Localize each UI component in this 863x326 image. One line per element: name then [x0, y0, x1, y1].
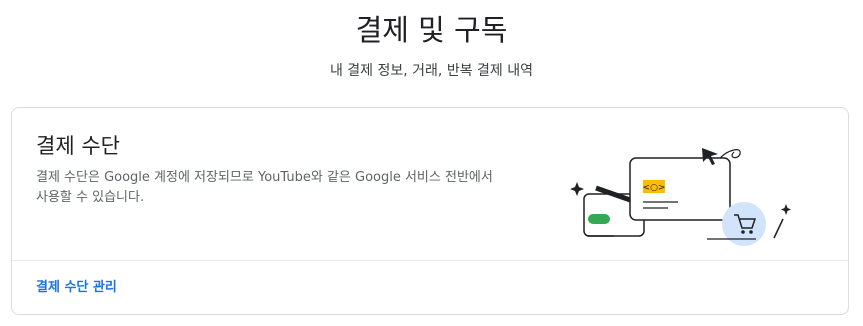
wand-icon [773, 204, 791, 239]
manage-payment-methods-link[interactable]: 결제 수단 관리 [36, 278, 117, 298]
card-description: 결제 수단은 Google 계정에 저장되므로 YouTube와 같은 Goog… [36, 170, 493, 205]
sparkle-icon [570, 182, 584, 196]
svg-text:<○>: <○> [643, 183, 666, 193]
card-title: 결제 수단 [36, 134, 120, 158]
credit-card-icon: <○> [629, 157, 731, 221]
card-divider [12, 260, 848, 261]
payments-subscriptions-page: 결제 및 구독 내 결제 정보, 거래, 반복 결제 내역 결제 수단 결제 수… [0, 0, 863, 326]
page-title: 결제 및 구독 [355, 13, 508, 47]
payment-methods-card: 결제 수단 결제 수단은 Google 계정에 저장되므로 YouTube와 같… [11, 107, 849, 315]
payment-illustration: <○> [570, 148, 791, 246]
page-subtitle: 내 결제 정보, 거래, 반복 결제 내역 [329, 63, 534, 79]
